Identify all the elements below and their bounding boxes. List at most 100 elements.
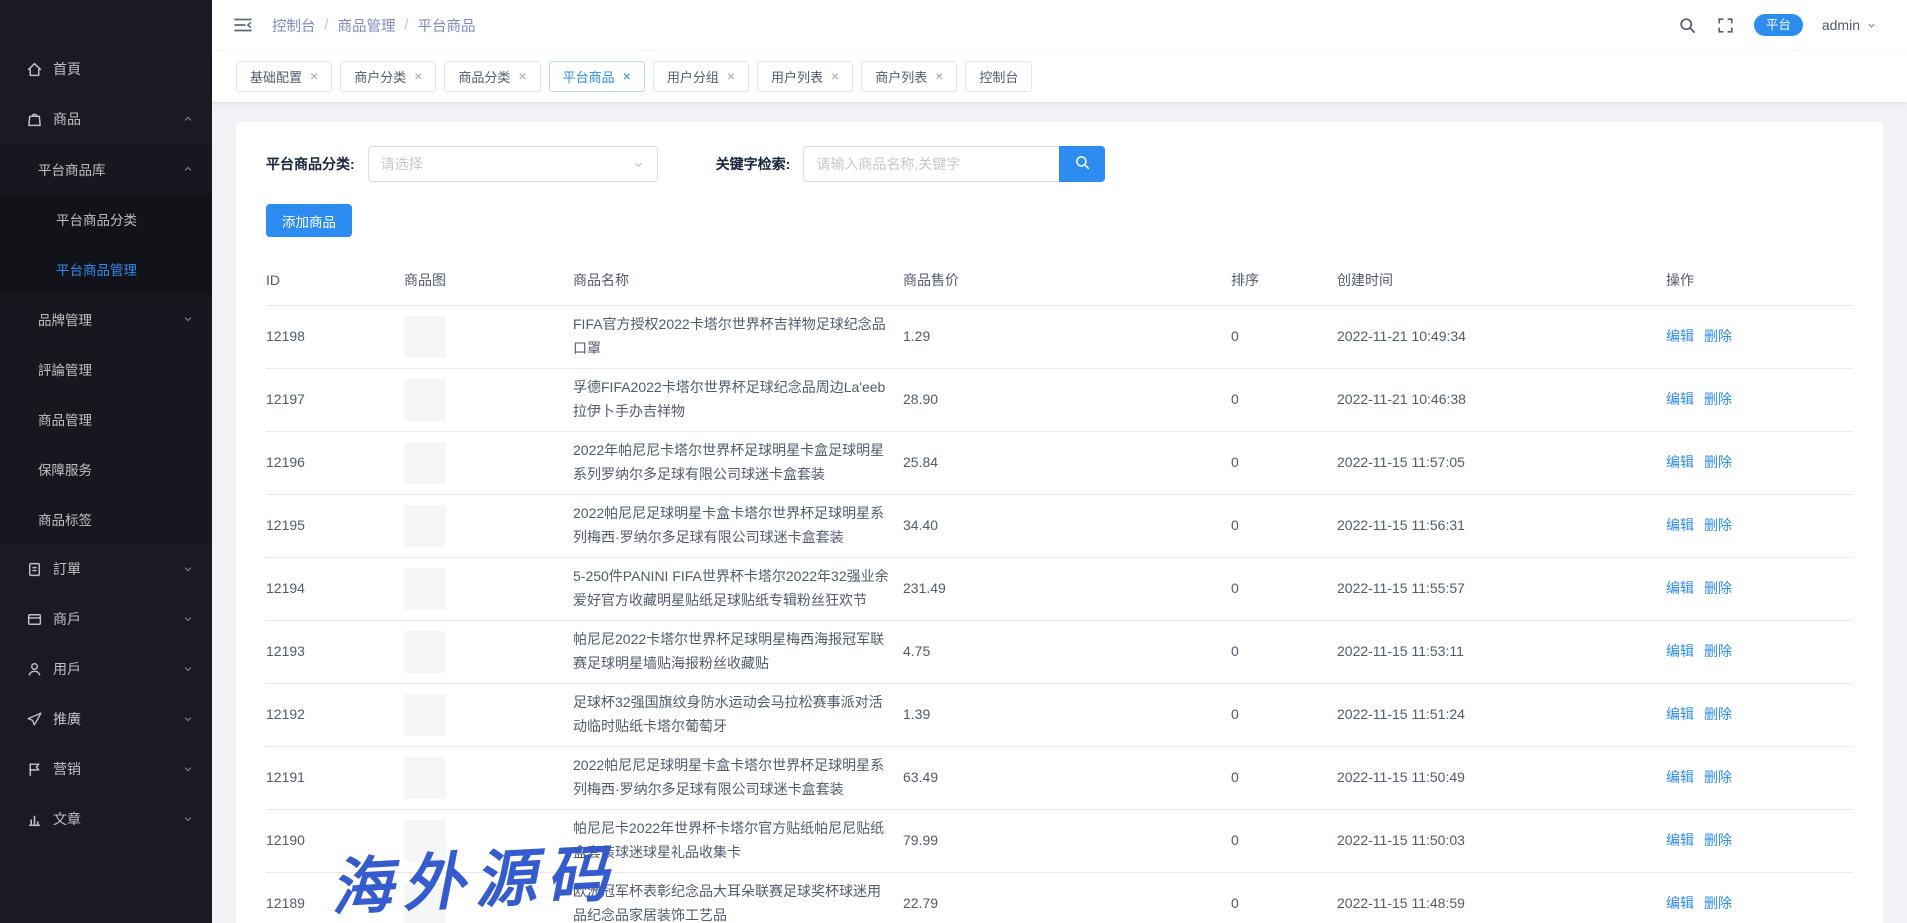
menu-fold-icon[interactable] xyxy=(232,14,254,36)
promotion-icon xyxy=(26,711,43,728)
cell-image xyxy=(404,746,573,809)
delete-link[interactable]: 删除 xyxy=(1704,454,1732,470)
sidebar-item-label: 評論管理 xyxy=(38,359,92,379)
tab-basic-config[interactable]: 基础配置× xyxy=(236,61,332,92)
edit-link[interactable]: 编辑 xyxy=(1666,454,1694,470)
tab-console[interactable]: 控制台 xyxy=(965,61,1032,92)
tab-platform-goods[interactable]: 平台商品× xyxy=(549,61,645,92)
main-area: 控制台/商品管理/平台商品 平台 admin 基础配置× 商户分类× 商品分类× 平台… xyxy=(212,0,1907,923)
column-header: 创建时间 xyxy=(1337,255,1666,305)
edit-link[interactable]: 编辑 xyxy=(1666,328,1694,344)
delete-link[interactable]: 删除 xyxy=(1704,517,1732,533)
product-image-placeholder xyxy=(404,820,446,862)
search-icon[interactable] xyxy=(1678,16,1697,35)
sidebar-item-guarantee-service[interactable]: 保障服务 xyxy=(0,444,212,494)
topbar: 控制台/商品管理/平台商品 平台 admin xyxy=(212,0,1907,50)
delete-link[interactable]: 删除 xyxy=(1704,832,1732,848)
cell-actions: 编辑删除 xyxy=(1666,494,1853,557)
edit-link[interactable]: 编辑 xyxy=(1666,517,1694,533)
product-image-placeholder xyxy=(404,631,446,673)
cell-price: 22.79 xyxy=(903,872,1231,923)
sidebar-item-platform-goods-lib[interactable]: 平台商品库 xyxy=(0,144,212,194)
search-icon xyxy=(1074,154,1091,174)
edit-link[interactable]: 编辑 xyxy=(1666,643,1694,659)
cell-sort: 0 xyxy=(1231,431,1337,494)
edit-link[interactable]: 编辑 xyxy=(1666,895,1694,911)
sidebar-item-platform-goods-category[interactable]: 平台商品分类 xyxy=(0,194,212,244)
tab-goods-category[interactable]: 商品分类× xyxy=(444,61,540,92)
tab-close-icon[interactable]: × xyxy=(935,69,943,83)
cell-created: 2022-11-15 11:51:24 xyxy=(1337,683,1666,746)
chevron-down-icon xyxy=(182,313,194,325)
sidebar-item-goods[interactable]: 商品 xyxy=(0,94,212,144)
cell-actions: 编辑删除 xyxy=(1666,305,1853,368)
tab-label: 用户分组 xyxy=(667,67,719,86)
sidebar-item-home[interactable]: 首頁 xyxy=(0,44,212,94)
tab-label: 商户列表 xyxy=(875,67,927,86)
cell-id: 12194 xyxy=(266,557,404,620)
cell-image xyxy=(404,557,573,620)
keyword-search-button[interactable] xyxy=(1059,146,1105,182)
tab-close-icon[interactable]: × xyxy=(623,69,631,83)
chevron-down-icon xyxy=(182,813,194,825)
tab-label: 控制台 xyxy=(979,67,1018,86)
breadcrumb-item[interactable]: 平台商品 xyxy=(418,15,476,36)
sidebar-item-platform-goods-manage[interactable]: 平台商品管理 xyxy=(0,244,212,294)
edit-link[interactable]: 编辑 xyxy=(1666,580,1694,596)
delete-link[interactable]: 删除 xyxy=(1704,643,1732,659)
fullscreen-icon[interactable] xyxy=(1716,16,1735,35)
marketing-icon xyxy=(26,761,43,778)
sidebar-item-brand-manage[interactable]: 品牌管理 xyxy=(0,294,212,344)
tab-close-icon[interactable]: × xyxy=(310,69,318,83)
product-table: ID商品图商品名称商品售价排序创建时间操作 12198FIFA官方授权2022卡… xyxy=(266,255,1853,923)
edit-link[interactable]: 编辑 xyxy=(1666,391,1694,407)
add-product-button[interactable]: 添加商品 xyxy=(266,204,352,237)
tab-user-list[interactable]: 用户列表× xyxy=(757,61,853,92)
product-image-placeholder xyxy=(404,694,446,736)
breadcrumb-item[interactable]: 控制台 xyxy=(272,15,316,36)
breadcrumb-item[interactable]: 商品管理 xyxy=(338,15,396,36)
sidebar-item-label: 商戶 xyxy=(53,609,81,629)
sidebar-item-articles[interactable]: 文章 xyxy=(0,794,212,844)
cell-id: 12193 xyxy=(266,620,404,683)
cell-image xyxy=(404,368,573,431)
tab-merchant-list[interactable]: 商户列表 × xyxy=(861,61,957,92)
select-placeholder: 请选择 xyxy=(381,154,423,174)
table-body: 12198FIFA官方授权2022卡塔尔世界杯吉祥物足球纪念品口罩1.29020… xyxy=(266,305,1853,923)
delete-link[interactable]: 删除 xyxy=(1704,769,1732,785)
sidebar-item-orders[interactable]: 訂單 xyxy=(0,544,212,594)
tab-close-icon[interactable]: × xyxy=(831,69,839,83)
product-image-placeholder xyxy=(404,316,446,358)
cell-actions: 编辑删除 xyxy=(1666,683,1853,746)
category-select[interactable]: 请选择 xyxy=(368,146,658,182)
cell-price: 28.90 xyxy=(903,368,1231,431)
delete-link[interactable]: 删除 xyxy=(1704,328,1732,344)
product-image-placeholder xyxy=(404,442,446,484)
table-row: 121912022帕尼尼足球明星卡盒卡塔尔世界杯足球明星系列梅西·罗纳尔多足球有… xyxy=(266,746,1853,809)
delete-link[interactable]: 删除 xyxy=(1704,895,1732,911)
sidebar-item-marketing[interactable]: 营销 xyxy=(0,744,212,794)
tab-close-icon[interactable]: × xyxy=(414,69,422,83)
tab-close-icon[interactable]: × xyxy=(518,69,526,83)
sidebar-item-label: 商品 xyxy=(53,109,81,129)
sidebar-item-review-manage[interactable]: 評論管理 xyxy=(0,344,212,394)
user-menu[interactable]: admin xyxy=(1822,17,1877,33)
sidebar-item-goods-manage[interactable]: 商品管理 xyxy=(0,394,212,444)
edit-link[interactable]: 编辑 xyxy=(1666,832,1694,848)
cell-name: 孚德FIFA2022卡塔尔世界杯足球纪念品周边La'eeb拉伊卜手办吉祥物 xyxy=(573,368,903,431)
edit-link[interactable]: 编辑 xyxy=(1666,769,1694,785)
delete-link[interactable]: 删除 xyxy=(1704,580,1732,596)
sidebar-item-users[interactable]: 用戶 xyxy=(0,644,212,694)
cell-id: 12189 xyxy=(266,872,404,923)
delete-link[interactable]: 删除 xyxy=(1704,391,1732,407)
tab-merchant-category[interactable]: 商户分类× xyxy=(340,61,436,92)
edit-link[interactable]: 编辑 xyxy=(1666,706,1694,722)
tab-close-icon[interactable]: × xyxy=(727,69,735,83)
tab-user-group[interactable]: 用户分组 × xyxy=(653,61,749,92)
sidebar-item-merchants[interactable]: 商戶 xyxy=(0,594,212,644)
keyword-input[interactable] xyxy=(803,146,1059,182)
product-image-placeholder xyxy=(404,379,446,421)
delete-link[interactable]: 删除 xyxy=(1704,706,1732,722)
sidebar-item-promotion[interactable]: 推廣 xyxy=(0,694,212,744)
sidebar-item-goods-tags[interactable]: 商品标签 xyxy=(0,494,212,544)
